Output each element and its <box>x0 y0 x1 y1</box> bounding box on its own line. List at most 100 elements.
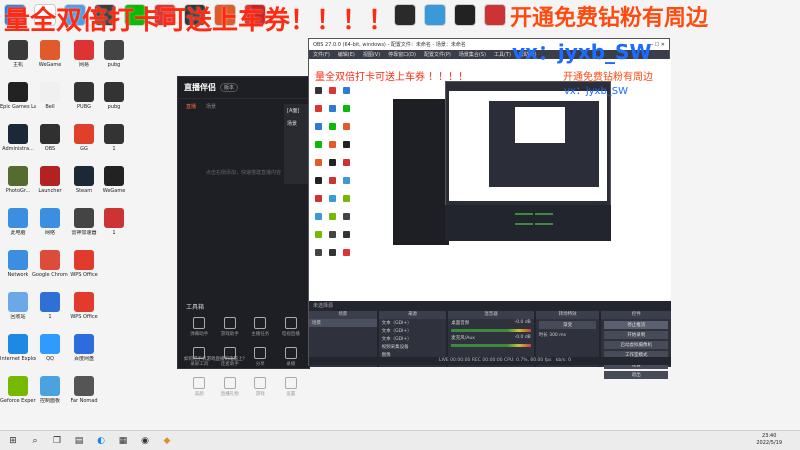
tool-icon <box>193 317 206 329</box>
control-button[interactable]: 启动虚拟摄像机 <box>604 341 669 349</box>
menu-item[interactable]: 编辑(E) <box>338 51 355 58</box>
control-button[interactable]: 退出 <box>604 371 669 379</box>
scene-item[interactable]: 场景 <box>309 319 377 327</box>
captured-desktop-icon <box>343 141 350 148</box>
desktop-shortcut[interactable]: pubg <box>96 82 132 122</box>
volume-meter[interactable] <box>451 344 531 347</box>
transition-select[interactable]: 渐变 <box>538 321 597 329</box>
edge-icon[interactable]: ◐ <box>92 432 110 450</box>
menu-item[interactable]: 视图(V) <box>363 51 380 58</box>
desktop-shortcut[interactable]: 1 <box>96 124 132 164</box>
source-item[interactable]: 文本（GDI+） <box>379 319 447 327</box>
desktop-shortcut[interactable]: 此电脑 <box>0 208 36 248</box>
captured-desktop-icon <box>329 141 336 148</box>
shortcut-label: Epic Games Launcher <box>0 104 36 110</box>
tab-scene[interactable]: 场景 <box>206 103 216 110</box>
tab-live[interactable]: 直播 <box>186 103 196 110</box>
system-clock[interactable]: 23:40 2022/5/19 <box>756 433 782 447</box>
task-view-icon[interactable]: ❐ <box>48 432 66 450</box>
pubg-icon[interactable] <box>484 4 506 26</box>
obs-icon[interactable]: ◉ <box>136 432 154 450</box>
control-button[interactable]: 开始录制 <box>604 331 669 339</box>
desktop-shortcut[interactable]: Geforce Experience <box>0 376 36 416</box>
desktop-shortcut[interactable]: Far Nomad <box>66 376 102 416</box>
wechat-id: vx：jyxb_SW <box>512 40 652 64</box>
search-icon[interactable]: ⌕ <box>26 432 44 450</box>
steam-icon[interactable] <box>394 4 416 26</box>
captured-desktop-icon <box>343 123 350 130</box>
shortcut-label: Launcher <box>38 188 62 194</box>
source-item[interactable]: 文本（GDI+） <box>379 327 447 335</box>
desktop-shortcut[interactable]: WPS Office <box>66 250 102 290</box>
captured-desktop-icon <box>315 141 322 148</box>
tool-item[interactable]: 直播礼物 <box>215 377 246 397</box>
wechat-id-small: vx：jyxb_SW <box>564 86 629 97</box>
help-tip[interactable]: 如何把手机游戏直播到电脑上？ <box>184 356 303 362</box>
desktop-shortcut[interactable]: WeGame <box>96 166 132 206</box>
desktop-shortcut[interactable]: OBS <box>32 124 68 164</box>
control-button[interactable]: 停止推流 <box>604 321 669 329</box>
desktop-shortcut[interactable]: Launcher <box>32 166 68 206</box>
stream-app-header: 直播伴侣 版本 <box>178 77 309 99</box>
store-icon[interactable]: ▦ <box>114 432 132 450</box>
menu-item[interactable]: 停靠窗口(D) <box>388 51 416 58</box>
source-item[interactable]: 文本（GDI+） <box>379 335 447 343</box>
tool-item[interactable]: 主播任务 <box>245 317 276 337</box>
document-icon <box>40 82 60 102</box>
game-icon <box>8 166 28 186</box>
desktop-shortcut[interactable]: 网络 <box>32 208 68 248</box>
tool-item[interactable]: 游戏 <box>245 377 276 397</box>
computer-icon <box>8 40 28 60</box>
menu-item[interactable]: 场景集合(S) <box>459 51 486 58</box>
game-icon[interactable] <box>454 4 476 26</box>
tool-item[interactable]: 美颜 <box>184 377 215 397</box>
gg-icon <box>74 124 94 144</box>
desktop-shortcut[interactable]: 回收站 <box>0 292 36 332</box>
shortcut-label: 此电脑 <box>10 230 26 236</box>
shortcut-label: Steam <box>75 188 93 194</box>
wps-icon <box>74 250 94 270</box>
tool-item[interactable]: 电视直播 <box>276 317 307 337</box>
stream-app-icon[interactable]: ◆ <box>158 432 176 450</box>
desktop-shortcut[interactable]: 主机 <box>0 40 36 80</box>
shortcut-label: 雷神加速器 <box>71 230 97 236</box>
captured-desktop-icon <box>315 231 322 238</box>
tool-item[interactable]: 弹幕助手 <box>184 317 215 337</box>
window-controls[interactable]: ─ ☐ ✕ <box>650 42 665 48</box>
promo-text-right: 开通免费钻粉有周边 <box>510 6 709 31</box>
desktop-shortcut[interactable]: Bell <box>32 82 68 122</box>
desktop-shortcut[interactable]: QQ <box>32 334 68 374</box>
source-item[interactable]: 视频采集设备 <box>379 343 447 351</box>
desktop-shortcut[interactable]: 百度网盘 <box>66 334 102 374</box>
file-explorer-icon[interactable]: ▤ <box>70 432 88 450</box>
start-icon[interactable]: ⊞ <box>4 432 22 450</box>
menu-item[interactable]: 配置文件(P) <box>424 51 451 58</box>
desktop-shortcut[interactable]: WPS Office <box>66 292 102 332</box>
settings-icon[interactable] <box>424 4 446 26</box>
captured-desktop-icon <box>329 249 336 256</box>
desktop-shortcut[interactable]: Internet Explorer <box>0 334 36 374</box>
epic-icon <box>8 82 28 102</box>
captured-desktop-icon <box>343 249 350 256</box>
captured-desktop-icon <box>329 105 336 112</box>
version-badge[interactable]: 版本 <box>220 83 239 92</box>
desktop-shortcut[interactable]: PhotoGr... <box>0 166 36 206</box>
desktop-shortcut[interactable]: Epic Games Launcher <box>0 82 36 122</box>
desktop-shortcut[interactable]: Administra... <box>0 124 36 164</box>
desktop-shortcut[interactable]: Network <box>0 250 36 290</box>
shortcut-label: Geforce Experience <box>0 398 36 404</box>
desktop-shortcut[interactable]: 1 <box>96 208 132 248</box>
menu-item[interactable]: 文件(F) <box>313 51 330 58</box>
tool-item[interactable]: 游戏助手 <box>215 317 246 337</box>
menu-item[interactable]: 工具(T) <box>494 51 511 58</box>
shortcut-label: Google Chrome <box>32 272 68 278</box>
shortcut-label: 1 <box>48 314 52 320</box>
volume-meter[interactable] <box>451 329 531 332</box>
desktop-shortcut[interactable]: 1 <box>32 292 68 332</box>
tool-item[interactable]: 设置 <box>276 377 307 397</box>
desktop-shortcut[interactable]: WeGame <box>32 40 68 80</box>
desktop-shortcut[interactable]: pubg <box>96 40 132 80</box>
desktop-shortcut[interactable]: 控制面板 <box>32 376 68 416</box>
stream-app-logo: 直播伴侣 <box>184 83 216 92</box>
desktop-shortcut[interactable]: Google Chrome <box>32 250 68 290</box>
